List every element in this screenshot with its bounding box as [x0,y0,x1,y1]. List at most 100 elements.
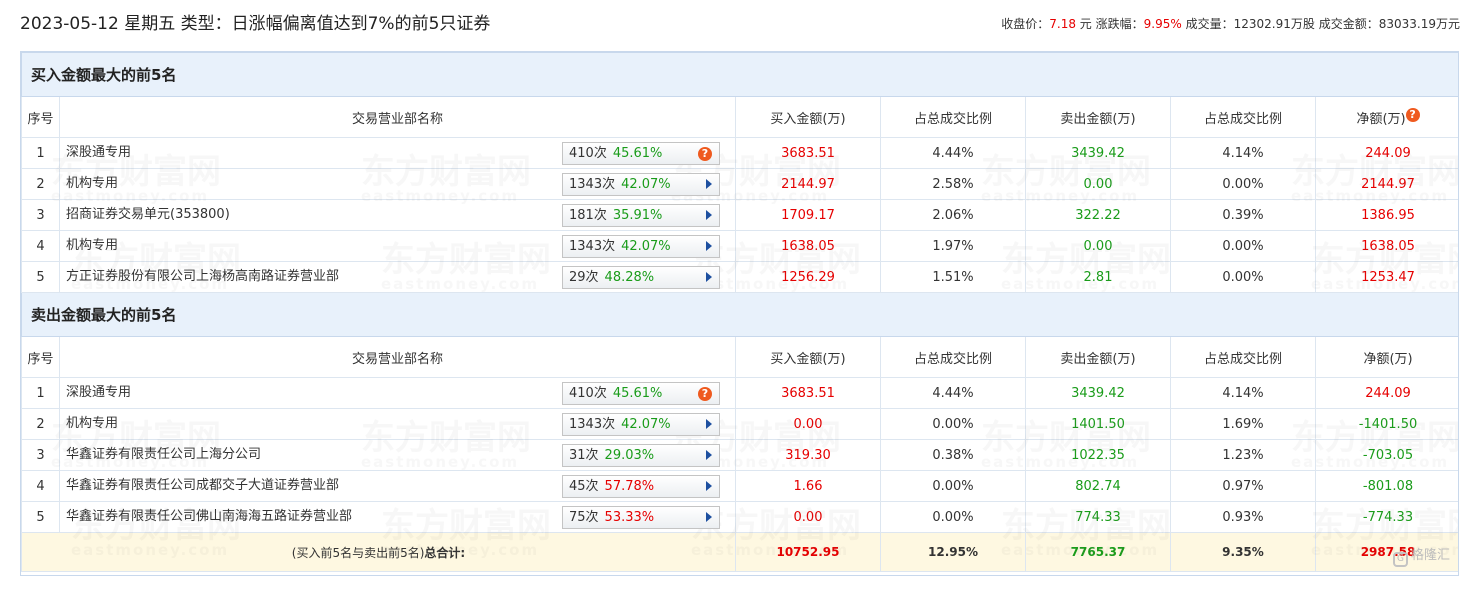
broker-name-link[interactable]: 华鑫证券有限责任公司佛山南海海五路证券营业部 [66,507,352,527]
corner-logo-text: 格隆汇 [1410,548,1450,563]
broker-times: 75次 [569,510,599,525]
column-header-label: 序号 [27,111,54,127]
row-seq: 3 [21,199,60,231]
column-header-sell: 卖出金额(万) [1025,96,1171,138]
broker-name-link[interactable]: 华鑫证券有限责任公司成都交子大道证券营业部 [66,476,339,496]
sell-ratio: 0.97% [1170,470,1316,502]
buy-amount: 3683.51 [735,377,881,409]
sell-ratio: 0.39% [1170,199,1316,231]
triangle-glyph [706,179,712,189]
question-mark-glyph: ? [698,387,712,401]
column-header-buy-ratio: 占总成交比例 [880,336,1026,378]
broker-stats-box[interactable]: 29次 48.28% [562,266,720,289]
column-header-label: 卖出金额(万) [1060,111,1136,127]
arrow-right-icon[interactable] [706,174,712,196]
buy-amount: 0.00 [735,408,881,440]
broker-stats-box[interactable]: 1343次 42.07% [562,235,720,258]
sell-amount: 2.81 [1025,261,1171,293]
broker-name-link[interactable]: 深股通专用 [66,143,131,163]
broker-stats-box[interactable]: 181次 35.91% [562,204,720,227]
arrow-right-icon[interactable] [706,267,712,289]
net-amount: -1401.50 [1314,408,1458,440]
sell_section-title: 卖出金额最大的前5名 [21,292,1458,337]
sell-amount: 0.00 [1025,230,1171,262]
buy-amount: 1709.17 [735,199,881,231]
buy-ratio: 4.44% [880,377,1026,409]
table-row: 1 深股通专用 410次 45.61%? 3683.51 4.44% 3439.42 4.14… [21,377,1458,409]
triangle-glyph [706,241,712,251]
buy-ratio: 4.44% [880,137,1026,169]
corner-logo: G 格隆汇 [1392,544,1450,567]
buy-amount: 2144.97 [735,168,881,200]
page-header: 2023-05-12 星期五 类型：日涨幅偏离值达到7%的前5只证券 收盘价：7… [20,11,1460,37]
triangle-glyph [706,272,712,282]
broker-name-link[interactable]: 深股通专用 [66,383,131,403]
table-row: 5 华鑫证券有限责任公司佛山南海海五路证券营业部 75次 53.33% 0.00 0.00… [21,501,1458,533]
broker-times: 181次 [569,208,607,223]
broker-name-link[interactable]: 机构专用 [66,414,118,434]
broker-stats-box[interactable]: 45次 57.78% [562,475,720,498]
column-header-seq: 序号 [21,336,60,378]
broker-rate: 48.28% [604,270,655,285]
sell-amount: 3439.42 [1025,137,1171,169]
sell_section-title-row: 卖出金额最大的前5名 [21,292,1458,337]
sell-ratio: 0.00% [1170,261,1316,293]
total-buy-ratio: 12.95% [880,532,1026,572]
question-icon[interactable]: ? [698,143,712,164]
total-label-prefix: (买入前5名与卖出前5名) [291,545,425,560]
broker-cell: 华鑫证券有限责任公司成都交子大道证券营业部 45次 57.78% [59,470,736,502]
column-header-sell-ratio: 占总成交比例 [1170,336,1316,378]
broker-stats-box[interactable]: 410次 45.61%? [562,382,720,405]
sell-amount: 1022.35 [1025,439,1171,471]
broker-name-link[interactable]: 方正证券股份有限公司上海杨高南路证券营业部 [66,267,339,287]
broker-stats-box[interactable]: 1343次 42.07% [562,173,720,196]
sell-ratio: 1.69% [1170,408,1316,440]
broker-cell: 方正证券股份有限公司上海杨高南路证券营业部 29次 48.28% [59,261,736,293]
broker-stats-box[interactable]: 31次 29.03% [562,444,720,467]
change-value: 9.95% [1143,17,1182,31]
broker-name-link[interactable]: 机构专用 [66,174,118,194]
net-amount: 1638.05 [1314,230,1458,262]
net-amount: -774.33 [1314,501,1458,533]
broker-cell: 招商证券交易单元(353800) 181次 35.91% [59,199,736,231]
broker-rate: 45.61% [612,386,663,401]
arrow-right-icon[interactable] [706,414,712,436]
arrow-right-icon[interactable] [706,236,712,258]
row-seq: 4 [21,470,60,502]
broker-name-link[interactable]: 华鑫证券有限责任公司上海分公司 [66,445,261,465]
broker-stats-box[interactable]: 1343次 42.07% [562,413,720,436]
broker-rate: 42.07% [621,239,671,254]
broker-cell: 深股通专用 410次 45.61%? [59,137,736,169]
broker-table: 买入金额最大的前5名 序号 交易营业部名称 买入金额(万) 占总成交比例 卖出金额(万) 占… [21,52,1458,572]
question-icon[interactable]: ? [698,383,712,404]
arrow-right-icon[interactable] [706,507,712,529]
broker-name-link[interactable]: 机构专用 [66,236,118,256]
row-seq: 2 [21,168,60,200]
question-icon[interactable]: ? [1405,107,1420,122]
change-label: 涨跌幅： [1095,17,1144,31]
broker-cell: 机构专用 1343次 42.07% [59,408,736,440]
broker-stats-box[interactable]: 410次 45.61%? [562,142,720,165]
arrow-right-icon[interactable] [706,205,712,227]
broker-stats-box[interactable]: 75次 53.33% [562,506,720,529]
buy-ratio: 0.00% [880,470,1026,502]
column-header-seq: 序号 [21,96,60,138]
sell-amount: 0.00 [1025,168,1171,200]
arrow-right-icon[interactable] [706,445,712,467]
sell-amount: 774.33 [1025,501,1171,533]
buy_section-title: 买入金额最大的前5名 [21,52,1458,97]
column-header-label: 买入金额(万) [770,351,846,367]
volume-label: 成交量： [1185,17,1234,31]
buy-header-row: 序号 交易营业部名称 买入金额(万) 占总成交比例 卖出金额(万) 占总成交比例 净额(万)… [21,96,1458,138]
amount-label: 成交金额： [1318,17,1379,31]
buy-amount: 1.66 [735,470,881,502]
sell-ratio: 0.00% [1170,230,1316,262]
broker-name-link[interactable]: 招商证券交易单元(353800) [66,205,230,225]
quote-summary: 收盘价：7.18 元 涨跌幅：9.95% 成交量：12302.91万股 成交金额… [1001,15,1460,33]
net-amount: 1253.47 [1314,261,1458,293]
arrow-right-icon[interactable] [706,476,712,498]
sell-amount: 1401.50 [1025,408,1171,440]
column-header-broker: 交易营业部名称 [59,96,736,138]
column-header-label: 卖出金额(万) [1060,351,1136,367]
table-row: 2 机构专用 1343次 42.07% 0.00 0.00% 1401.50 1.69% -14… [21,408,1458,440]
